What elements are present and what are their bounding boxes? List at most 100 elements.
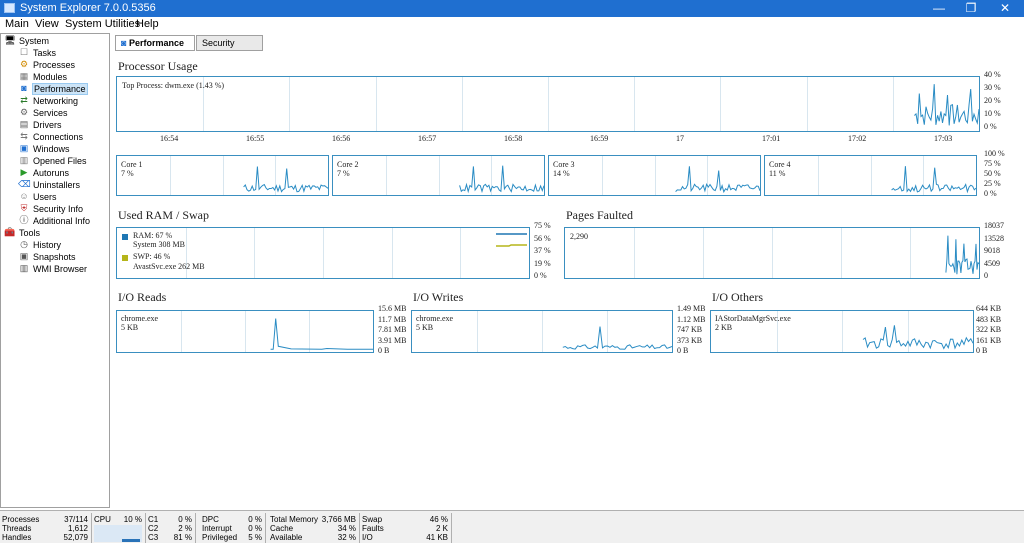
minimize-button[interactable]: — — [924, 0, 954, 17]
y-tick-label: 644 KB — [976, 304, 1002, 313]
core-value: 7 % — [337, 169, 350, 178]
processor-usage-graph: Top Process: dwm.exe (1.43 %) — [116, 76, 980, 132]
status-bar: Processes 37/114 Threads 1,612 Handles 52,0… — [0, 510, 1024, 543]
status-key: Total Memory — [270, 515, 319, 524]
title-bar: System Explorer 7.0.0.5356 — ❐ ✕ — [0, 0, 1024, 17]
graph-canvas — [386, 156, 544, 195]
status-value: 0 % — [248, 515, 262, 524]
io-writes-title: I/O Writes — [413, 290, 464, 304]
y-tick-label: 11.7 MB — [378, 314, 407, 324]
ram-sub: System 308 MB — [133, 240, 186, 249]
y-tick-label: 7.81 MB — [378, 325, 407, 334]
tree-system[interactable]: 🖥 System — [4, 35, 49, 47]
y-tick-label: 56 % — [534, 233, 551, 243]
modules-icon: ▦ — [19, 71, 29, 81]
networking-icon: ⇄ — [20, 95, 28, 105]
x-tick-label: 16:58 — [504, 134, 523, 143]
sidebar-item-snapshots[interactable]: ▣ Snapshots — [20, 251, 76, 263]
sidebar-item-label: Drivers — [33, 120, 62, 130]
menu-view[interactable]: View — [35, 18, 59, 30]
status-value: 2 % — [178, 524, 192, 533]
ram-title: Used RAM / Swap — [118, 208, 210, 222]
y-tick-label: 18037 — [984, 221, 1004, 230]
pages-faulted-graph: 2,290 — [564, 227, 980, 279]
security-info-icon: ⛨ — [20, 203, 28, 213]
sidebar-item-security-info[interactable]: ⛨ Security Info — [21, 203, 84, 215]
status-value: 52,079 — [63, 533, 88, 542]
activity-trace — [945, 235, 979, 275]
menu-main[interactable]: Main — [5, 18, 29, 30]
status-value: 3,766 MB — [321, 515, 356, 524]
y-tick-label: 0 % — [984, 189, 997, 198]
sidebar-item-additional-info[interactable]: ⓘ Additional Info — [19, 215, 90, 227]
sidebar-item-modules[interactable]: ▦ Modules — [20, 71, 67, 83]
sidebar-item-connections[interactable]: ⇆ Connections — [20, 131, 84, 143]
core-name: Core 4 — [769, 160, 791, 169]
sidebar-item-autoruns[interactable]: ▶ Autoruns — [21, 167, 70, 179]
sidebar-item-tasks[interactable]: ☐ Tasks — [20, 47, 56, 59]
status-key: C2 — [148, 524, 159, 533]
sidebar-item-label: Services — [33, 108, 68, 118]
status-value: 37/114 — [64, 515, 88, 524]
sidebar-item-label: Security Info — [33, 204, 84, 214]
status-value: 34 % — [337, 524, 356, 533]
sidebar-item-label: Connections — [33, 132, 84, 142]
y-tick-label: 0 % — [984, 122, 997, 131]
sidebar-item-label: Users — [33, 192, 57, 202]
sidebar-item-uninstallers[interactable]: ⌫ Uninstallers — [18, 179, 81, 191]
y-tick-label: 100 % — [984, 149, 1005, 158]
sidebar-item-history[interactable]: ◷ History — [20, 239, 61, 251]
status-key: Handles — [2, 533, 32, 542]
menu-system-utilities[interactable]: System Utilities — [65, 18, 140, 30]
core-graph-3: Core 3 14 % — [548, 155, 761, 196]
history-icon: ◷ — [20, 239, 28, 249]
sidebar-item-label: Opened Files — [33, 156, 87, 166]
status-key: Available — [270, 533, 303, 542]
snapshots-icon: ▣ — [19, 251, 29, 261]
sidebar-item-wmi-browser[interactable]: ▥ WMI Browser — [20, 263, 87, 275]
sidebar-item-windows[interactable]: ▣ Windows — [20, 143, 70, 155]
io-reads-value: 5 KB — [121, 323, 139, 332]
sidebar-item-drivers[interactable]: ▤ Drivers — [20, 119, 62, 131]
sidebar-item-processes[interactable]: ⚙ Processes — [20, 59, 75, 71]
menu-bar: Main View System Utilities Help — [0, 17, 1024, 32]
menu-help[interactable]: Help — [136, 18, 159, 30]
y-tick-label: 1.49 MB — [677, 304, 706, 313]
wmi-browser-icon: ▥ — [19, 263, 29, 273]
sidebar-item-opened-files[interactable]: ▥ Opened Files — [20, 155, 87, 167]
tab-security-scan[interactable]: Security Scan — [196, 35, 263, 62]
cpu-mini-graph — [94, 525, 142, 542]
y-tick-label: 37 % — [534, 246, 551, 255]
performance-icon: ◙ — [121, 38, 127, 48]
sidebar-item-users[interactable]: ☺ Users — [19, 191, 57, 203]
status-key: Faults — [362, 524, 384, 533]
status-key: Processes — [2, 515, 40, 524]
sidebar-item-performance[interactable]: ◙ Performance — [21, 83, 88, 95]
ram-swap-graph: RAM: 67 % System 308 MB SWP: 46 % AvastS… — [116, 227, 530, 279]
y-tick-label: 20 % — [984, 96, 1001, 105]
status-processes-cell: Processes 37/114 Threads 1,612 Handles 52,0… — [0, 513, 92, 543]
top-process-label: Top Process: dwm.exe (1.43 %) — [122, 81, 225, 90]
tree-tools[interactable]: 🧰 Tools — [4, 227, 40, 239]
tab-performance[interactable]: ◙ Performance — [115, 35, 195, 51]
status-value: 41 KB — [426, 533, 448, 542]
sidebar-item-label: WMI Browser — [33, 264, 87, 274]
sidebar-item-label: Snapshots — [33, 252, 76, 262]
activity-trace — [562, 326, 672, 350]
restore-button[interactable]: ❐ — [956, 0, 986, 17]
activity-trace — [862, 325, 973, 350]
core-value: 11 % — [769, 169, 786, 178]
x-tick-label: 17:03 — [934, 134, 953, 143]
activity-trace — [270, 318, 373, 350]
sidebar-item-networking[interactable]: ⇄ Networking — [20, 95, 78, 107]
status-value: 10 % — [123, 515, 142, 524]
sidebar-item-label: Uninstallers — [33, 180, 81, 190]
close-button[interactable]: ✕ — [990, 0, 1020, 17]
sidebar-item-label: Performance — [32, 83, 88, 95]
activity-trace — [459, 165, 544, 194]
activity-trace — [675, 166, 760, 194]
status-key: Swap — [362, 515, 383, 524]
sidebar-item-services[interactable]: ⚙ Services — [20, 107, 68, 119]
status-cstates-cell: C1 0 % C2 2 % C3 81 % — [146, 513, 196, 543]
activity-trace — [891, 166, 976, 194]
